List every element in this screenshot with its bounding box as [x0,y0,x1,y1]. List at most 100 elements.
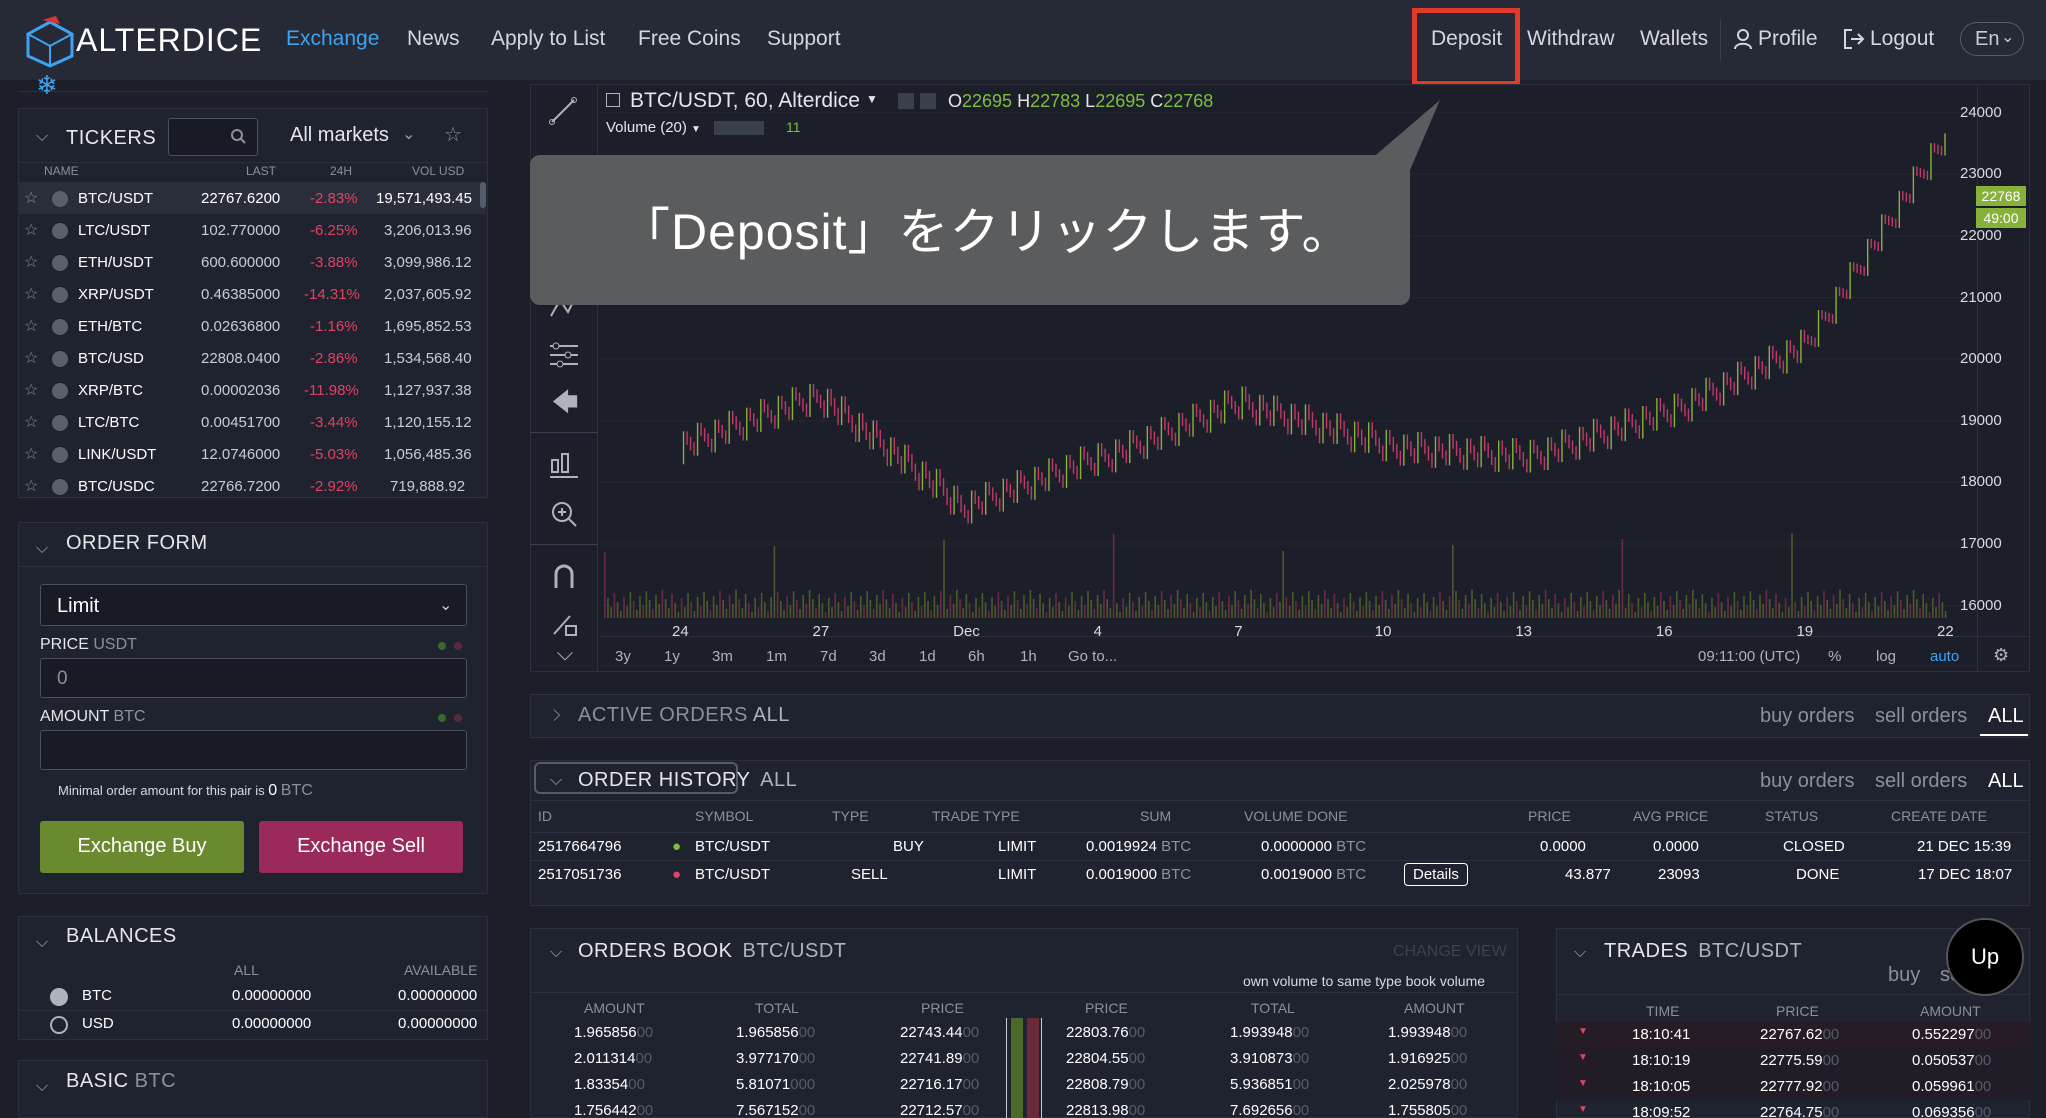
timeframe-1y[interactable]: 1y [664,648,680,665]
ticker-row[interactable]: ☆ LINK/USDT 12.0746000 -5.03% 1,056,485.36 [18,438,486,470]
nav-exchange[interactable]: Exchange [286,27,379,51]
percent-toggle[interactable]: % [1828,648,1841,665]
timeframe-1d[interactable]: 1d [919,648,936,665]
nav-free-coins[interactable]: Free Coins [638,27,741,51]
orders-book-row[interactable]: 2.01131400 3.97717000 22741.8900 22804.5… [530,1046,1518,1072]
amount-input[interactable] [40,730,467,770]
magnet-icon[interactable] [552,562,576,590]
orders-book-row[interactable]: 1.75644200 7.56715200 22712.5700 22813.9… [530,1098,1518,1118]
col-trade-type[interactable]: TRADE TYPE [932,808,1020,824]
logo-text[interactable]: ALTERDICE [76,22,262,59]
collapse-orders-book-icon[interactable]: ⌵ [550,944,562,962]
nav-news[interactable]: News [407,27,460,51]
timeframe-3m[interactable]: 3m [712,648,733,665]
alterdice-logo-icon[interactable] [22,16,78,68]
details-button[interactable]: Details [1404,863,1468,886]
gear-icon[interactable]: ⚙ [1993,645,2009,666]
orders-book-row[interactable]: 1.96585600 1.96585600 22743.4400 22803.7… [530,1020,1518,1046]
tab-buy-orders[interactable]: buy orders [1760,770,1855,793]
tab-all[interactable]: ALL [1988,770,2024,793]
trendline-tool-icon[interactable] [548,96,578,126]
ticker-row[interactable]: ☆ BTC/USD 22808.0400 -2.86% 1,534,568.40 [18,342,486,374]
star-icon[interactable]: ☆ [24,348,38,368]
order-type-select[interactable]: Limit ⌄ [40,584,467,626]
ticker-row[interactable]: ☆ ETH/BTC 0.02636800 -1.16% 1,695,852.53 [18,310,486,342]
col-last[interactable]: LAST [246,164,276,178]
star-icon[interactable]: ☆ [24,380,38,400]
ticker-row[interactable]: ☆ LTC/BTC 0.00451700 -3.44% 1,120,155.12 [18,406,486,438]
nav-wallets[interactable]: Wallets [1640,27,1708,51]
col-avg-price[interactable]: AVG PRICE [1633,808,1708,824]
scroll-up-button[interactable]: Up [1946,918,2024,996]
timeframe-1h[interactable]: 1h [1020,648,1037,665]
collapse-tickers-icon[interactable]: ⌵ [36,128,48,146]
ticker-row[interactable]: ☆ ETH/USDT 600.600000 -3.88% 3,099,986.12 [18,246,486,278]
nav-logout[interactable]: Logout [1870,27,1934,51]
exchange-buy-button[interactable]: Exchange Buy [40,821,244,873]
star-icon[interactable]: ☆ [24,188,38,208]
nav-support[interactable]: Support [767,27,841,51]
collapse-balances-icon[interactable]: ⌵ [36,934,48,952]
tab-buy-orders[interactable]: buy orders [1760,705,1855,728]
order-history-row[interactable]: 2517664796 ● BTC/USDT BUY LIMIT 0.001992… [530,832,2030,860]
goto-date-button[interactable]: Go to... [1068,648,1117,665]
col-create-date[interactable]: CREATE DATE [1891,808,1987,824]
expand-active-orders-icon[interactable]: ⌵ [547,709,565,721]
ticker-row[interactable]: ☆ XRP/BTC 0.00002036 -11.98% 1,127,937.38 [18,374,486,406]
star-icon[interactable]: ☆ [24,252,38,272]
col-volume-done[interactable]: VOLUME DONE [1244,808,1347,824]
timeframe-1m[interactable]: 1m [766,648,787,665]
tab-all[interactable]: ALL [1988,705,2024,728]
nav-profile[interactable]: Profile [1758,27,1818,51]
tab-sell-orders[interactable]: sell orders [1875,705,1967,728]
star-icon[interactable]: ☆ [24,316,38,336]
tab-sell-orders[interactable]: sell orders [1875,770,1967,793]
zoom-in-icon[interactable] [550,500,578,528]
ticker-row[interactable]: ☆ BTC/USDC 22766.7200 -2.92% 719,888.92 [18,470,486,502]
col-type[interactable]: TYPE [832,808,869,824]
language-select[interactable]: En ⌄ [1960,22,2024,56]
col-id[interactable]: ID [538,808,552,824]
ticker-row[interactable]: ☆ BTC/USDT 22767.6200 -2.83% 19,571,493.45 [18,182,486,214]
auto-toggle[interactable]: auto [1930,648,1959,665]
col-sum[interactable]: SUM [1140,808,1171,824]
exchange-sell-button[interactable]: Exchange Sell [259,821,463,873]
timeframe-3y[interactable]: 3y [615,648,631,665]
back-arrow-icon[interactable]: 🡄 [532,384,598,422]
chevron-down-icon[interactable]: ⌵ [532,640,598,678]
tickers-scrollbar[interactable] [480,182,486,208]
fib-tool-icon[interactable] [548,340,580,370]
col-vol[interactable]: VOL USD [412,164,464,178]
markets-select[interactable]: All markets [290,124,389,147]
timeframe-7d[interactable]: 7d [820,648,837,665]
favorites-star-icon[interactable]: ☆ [444,122,462,147]
ticker-row[interactable]: ☆ XRP/USDT 0.46385000 -14.31% 2,037,605.92 [18,278,486,310]
tab-buy[interactable]: buy [1888,964,1920,987]
star-icon[interactable]: ☆ [24,444,38,464]
order-history-row[interactable]: 2517051736 ● BTC/USDT SELL LIMIT 0.00190… [530,860,2030,890]
collapse-order-form-icon[interactable]: ⌵ [36,540,48,558]
measure-tool-icon[interactable] [548,450,580,480]
lock-drawing-icon[interactable] [550,610,578,638]
nav-apply-to-list[interactable]: Apply to List [491,27,605,51]
col-price[interactable]: PRICE [1528,808,1571,824]
star-icon[interactable]: ☆ [24,412,38,432]
collapse-trades-icon[interactable]: ⌵ [1574,944,1586,962]
log-toggle[interactable]: log [1876,648,1896,665]
timeframe-3d[interactable]: 3d [869,648,886,665]
timeframe-6h[interactable]: 6h [968,648,985,665]
star-icon[interactable]: ☆ [24,220,38,240]
col-name[interactable]: NAME [44,164,79,178]
change-view-button[interactable]: CHANGE VIEW [1393,943,1507,961]
collapse-order-history-icon[interactable]: ⌵ [550,772,562,790]
price-input[interactable]: 0 [40,658,467,698]
orders-book-row[interactable]: 1.8335400 5.81071000 22716.1700 22808.79… [530,1072,1518,1098]
col-24h[interactable]: 24H [330,164,352,178]
collapse-basic-icon[interactable]: ⌵ [36,1078,48,1096]
star-icon[interactable]: ☆ [24,476,38,496]
ticker-row[interactable]: ☆ LTC/USDT 102.770000 -6.25% 3,206,013.96 [18,214,486,246]
star-icon[interactable]: ☆ [24,284,38,304]
nav-withdraw[interactable]: Withdraw [1527,27,1615,51]
col-symbol[interactable]: SYMBOL [695,808,753,824]
col-status[interactable]: STATUS [1765,808,1818,824]
